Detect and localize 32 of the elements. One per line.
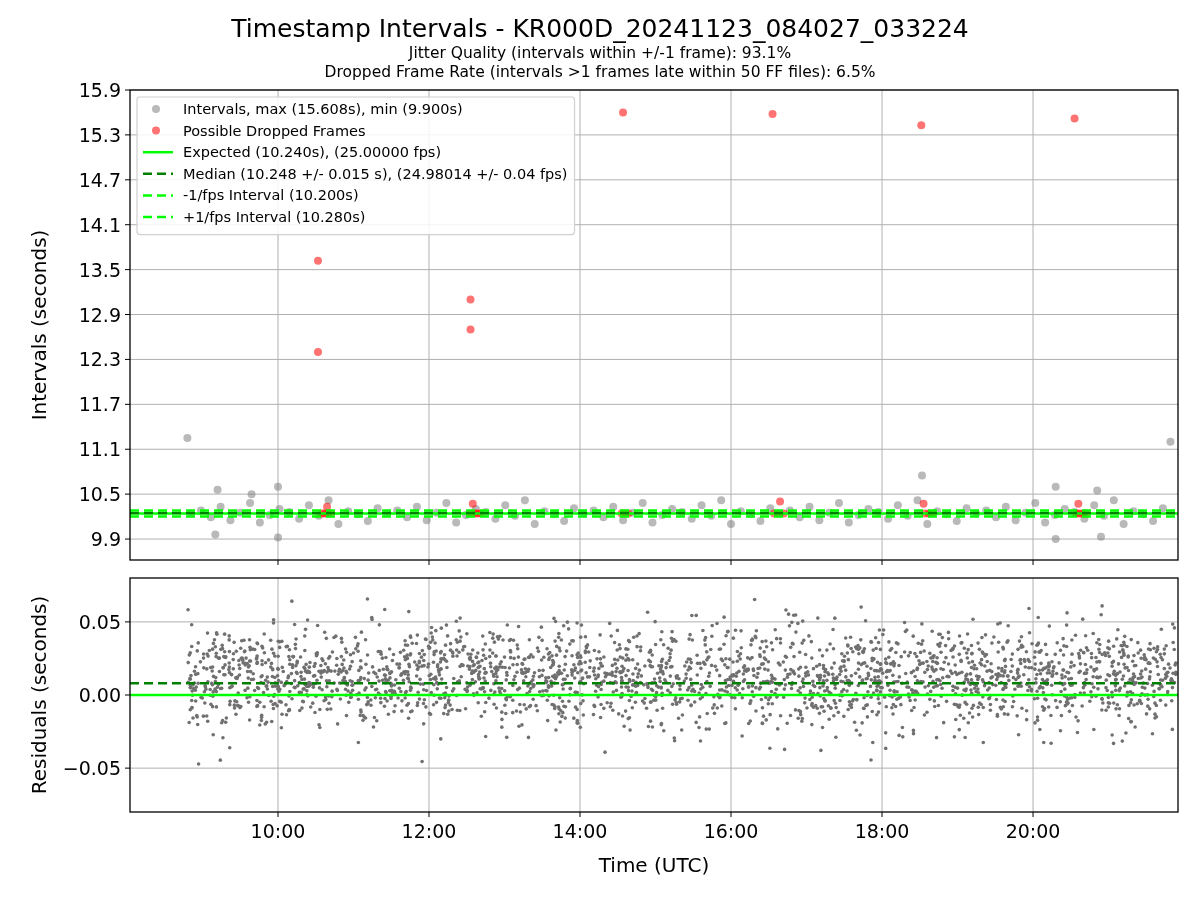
y-tick-label: 0.00 xyxy=(78,684,121,706)
y-axis-label: Residuals (seconds) xyxy=(27,595,51,795)
legend-label: Median (10.248 +/- 0.015 s), (24.98014 +/- 0.04 fps) xyxy=(183,165,568,182)
x-axis-label: Time (UTC) xyxy=(598,853,710,877)
x-tick-label: 18:00 xyxy=(854,820,910,842)
chart-subtitle: Dropped Frame Rate (intervals >1 frames late within 50 FF files): 6.5% xyxy=(324,63,876,82)
legend-label: Expected (10.240s), (25.00000 fps) xyxy=(183,144,442,161)
legend-label: Intervals, max (15.608s), min (9.900s) xyxy=(183,101,463,117)
y-tick-label: 14.1 xyxy=(78,213,121,236)
legend-label: Possible Dropped Frames xyxy=(183,122,366,139)
y-tick-label: 10.5 xyxy=(78,483,121,506)
x-tick-label: 16:00 xyxy=(703,820,759,842)
x-tick-label: 14:00 xyxy=(552,820,608,842)
chart-subtitle: Jitter Quality (intervals within +/-1 frame): 93.1% xyxy=(408,44,792,63)
y-tick-label: 11.7 xyxy=(78,393,121,416)
y-tick-label: 13.5 xyxy=(78,258,121,281)
y-tick-label: 12.9 xyxy=(78,303,121,326)
x-tick-label: 12:00 xyxy=(401,820,457,842)
y-tick-label: 9.9 xyxy=(90,528,121,551)
y-tick-label: 11.1 xyxy=(78,438,121,461)
y-axis-label: Intervals (seconds) xyxy=(27,229,51,421)
y-tick-label: 15.9 xyxy=(78,79,121,101)
y-tick-label: 12.3 xyxy=(78,348,121,371)
x-tick-label: 20:00 xyxy=(1005,820,1061,842)
y-tick-label: 0.05 xyxy=(78,610,121,633)
y-tick-label: 15.3 xyxy=(78,123,121,146)
x-tick-label: 10:00 xyxy=(250,820,306,842)
chart-title: Timestamp Intervals - KR000D_20241123_084027_033224 xyxy=(231,14,969,44)
y-tick-label: −0.05 xyxy=(62,757,121,780)
legend-label: +1/fps Interval (10.280s) xyxy=(183,209,366,225)
legend-label: -1/fps Interval (10.200s) xyxy=(183,187,359,204)
y-tick-label: 14.7 xyxy=(78,168,121,191)
